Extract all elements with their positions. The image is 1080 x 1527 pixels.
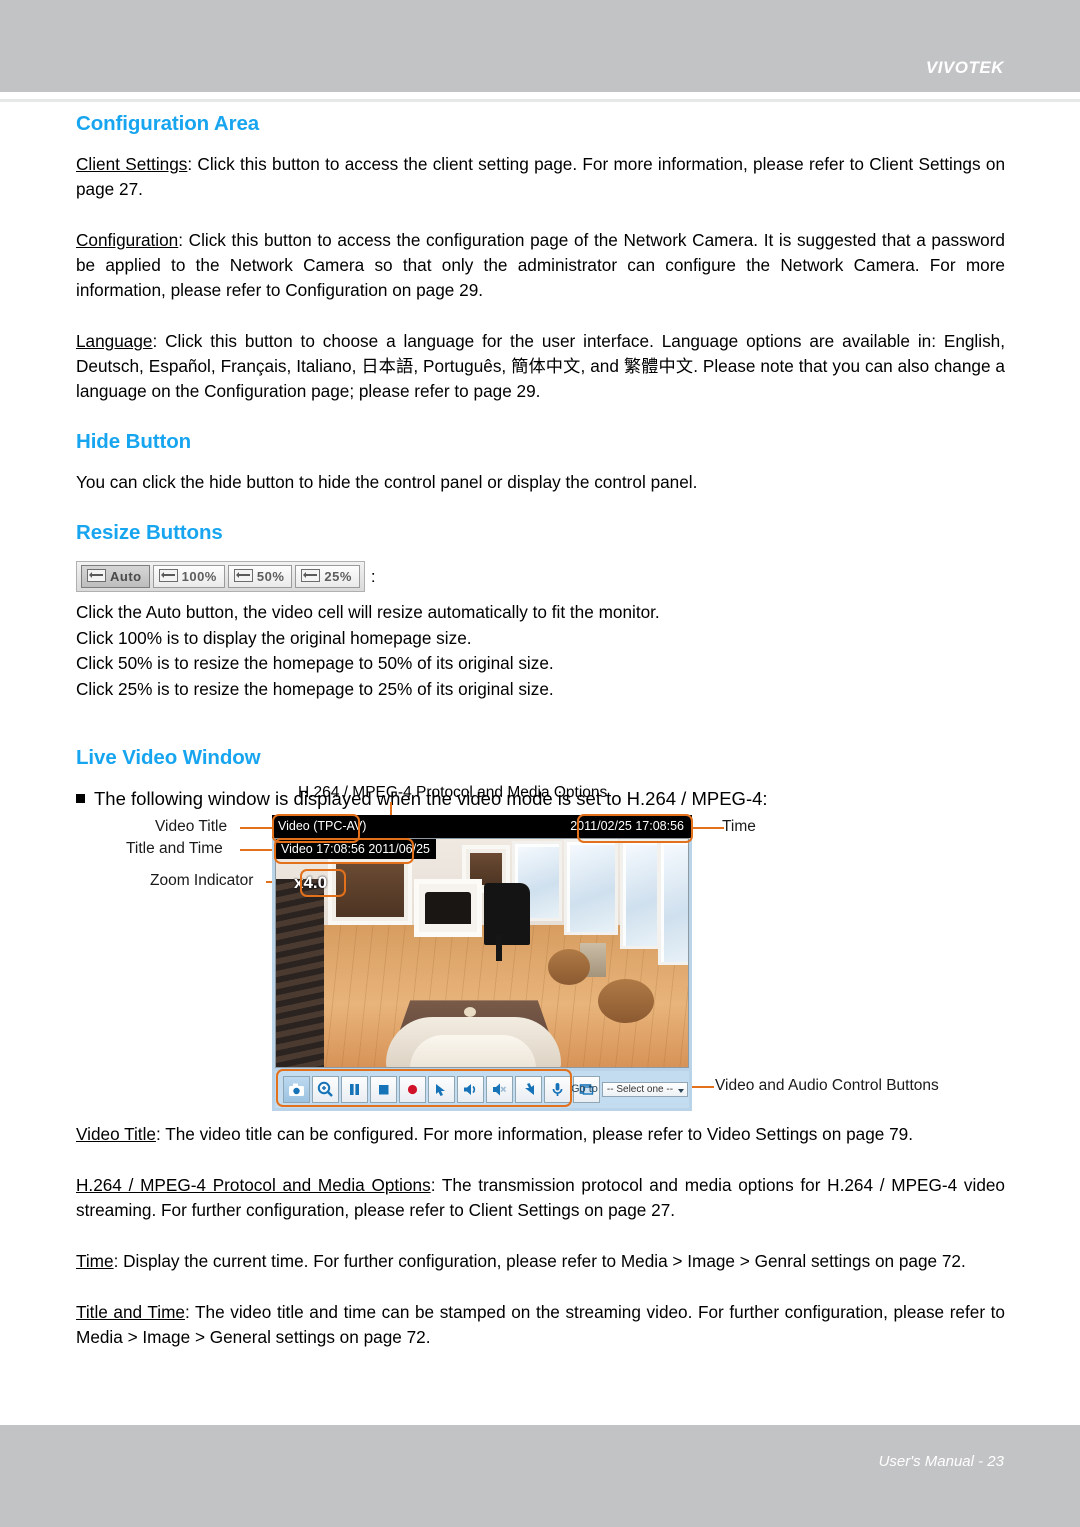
player-title-bar: Video (TPC-AV) 2011/02/25 17:08:56 <box>272 815 692 838</box>
vivotek-logo: VIVOTEK <box>925 58 1004 77</box>
upload-button[interactable] <box>515 1076 542 1103</box>
stop-button[interactable] <box>370 1076 397 1103</box>
text-configuration: : Click this button to access the config… <box>76 230 1005 300</box>
footer-manual-page: User's Manual - 23 <box>878 1453 1004 1470</box>
resize-arrows-icon <box>301 569 321 582</box>
live-video-window-diagram: H.264 / MPEG-4 Protocol and Media Option… <box>0 770 1080 1115</box>
digital-zoom-button[interactable] <box>312 1076 339 1103</box>
resize-line-100: Click 100% is to display the original ho… <box>76 627 472 648</box>
label-time: Time <box>722 818 756 835</box>
player-time-stamp: 2011/02/25 17:08:56 <box>570 819 684 833</box>
term-time: Time <box>76 1251 114 1271</box>
paragraph-title-and-time: Title and Time: The video title and time… <box>76 1300 1005 1350</box>
text-client-settings: : Click this button to access the client… <box>76 154 1006 199</box>
resize-line-25: Click 25% is to resize the homepage to 2… <box>76 678 554 699</box>
resize-buttons-figure: Auto 100% 50% 25% : <box>76 561 1005 592</box>
goto-select[interactable]: -- Select one -- <box>601 1082 689 1097</box>
heading-hide-button: Hide Button <box>76 430 192 453</box>
player-video-title: Video (TPC-AV) <box>278 819 367 833</box>
pause-button[interactable] <box>341 1076 368 1103</box>
header-divider <box>0 99 1080 102</box>
resize-figure-colon: : <box>370 566 376 586</box>
scene-sofa <box>386 1017 561 1067</box>
scene-bookshelf-left <box>328 855 412 925</box>
resize-arrows-icon <box>233 569 253 582</box>
resize-arrows-icon <box>87 569 106 582</box>
label-video-title: Video Title <box>155 818 228 835</box>
scene-bookshelf-interior <box>336 863 404 917</box>
mute-button[interactable] <box>486 1076 513 1103</box>
label-video-audio-controls: Video and Audio Control Buttons <box>715 1077 939 1094</box>
leader-time <box>688 827 724 829</box>
resize-line-50: Click 50% is to resize the homepage to 5… <box>76 653 554 673</box>
resize-line-auto: Click the Auto button, the video cell wi… <box>76 602 660 622</box>
scene-window-4 <box>658 839 688 965</box>
volume-button[interactable] <box>457 1076 484 1103</box>
diagram-caption-protocol: H.264 / MPEG-4 Protocol and Media Option… <box>298 784 608 801</box>
resize-button-100-label: 100% <box>181 569 217 584</box>
leader-video-title <box>240 827 274 829</box>
scene-firebox <box>425 892 471 924</box>
scene-piano <box>484 883 530 961</box>
paragraph-configuration: Configuration: Click this button to acce… <box>76 228 1005 303</box>
scene-staircase <box>276 879 324 1067</box>
snapshot-button[interactable] <box>283 1076 310 1103</box>
term-video-title: Video Title <box>76 1124 156 1144</box>
label-title-and-time: Title and Time <box>126 840 223 857</box>
control-button-group <box>283 1076 600 1103</box>
page-footer-band: User's Manual - 23 <box>0 1425 1080 1527</box>
resize-button-50[interactable]: 50% <box>227 565 293 588</box>
term-configuration: Configuration <box>76 230 179 250</box>
text-language: : Click this button to choose a language… <box>76 331 1005 401</box>
talk-button[interactable] <box>544 1076 571 1103</box>
paragraph-language: Language: Click this button to choose a … <box>76 329 1005 404</box>
paragraph-time: Time: Display the current time. For furt… <box>76 1249 1005 1274</box>
paragraph-video-title: Video Title: The video title can be conf… <box>76 1122 1005 1147</box>
osd-zoom-indicator: x4.0 <box>294 873 328 892</box>
live-video-player: Video (TPC-AV) 2011/02/25 17:08:56 Video… <box>272 815 692 1111</box>
osd-title-and-time: Video 17:08:56 2011/06/25 <box>276 839 436 859</box>
paragraph-hide-button: You can click the hide button to hide th… <box>76 472 698 492</box>
resize-button-auto[interactable]: Auto <box>81 565 150 588</box>
leader-title-and-time <box>240 849 274 851</box>
video-audio-control-bar: Go to -- Select one -- <box>275 1071 689 1108</box>
term-language: Language <box>76 331 153 351</box>
goto-control: Go to -- Select one -- <box>571 1082 689 1097</box>
resize-button-bar: Auto 100% 50% 25% <box>76 561 365 592</box>
resize-button-25[interactable]: 25% <box>295 565 360 588</box>
term-title-and-time: Title and Time <box>76 1302 185 1322</box>
resize-button-50-label: 50% <box>256 569 285 584</box>
scene-window-2 <box>564 839 618 935</box>
paragraph-protocol-media-options: H.264 / MPEG-4 Protocol and Media Option… <box>76 1173 1005 1223</box>
scene-armchair-right-1 <box>548 949 590 985</box>
save-video-button[interactable] <box>428 1076 455 1103</box>
term-protocol-media-options: H.264 / MPEG-4 Protocol and Media Option… <box>76 1175 431 1195</box>
resize-button-auto-label: Auto <box>110 569 142 584</box>
goto-label: Go to <box>571 1083 598 1095</box>
paragraph-client-settings: Client Settings: Click this button to ac… <box>76 152 1005 202</box>
text-title-and-time: : The video title and time can be stampe… <box>76 1302 1005 1347</box>
label-zoom-indicator: Zoom Indicator <box>150 872 254 889</box>
video-viewport[interactable]: Video 17:08:56 2011/06/25 x4.0 <box>275 838 689 1068</box>
text-time: : Display the current time. For further … <box>113 1251 966 1271</box>
page-content: Configuration Area Client Settings: Clic… <box>76 112 1005 812</box>
term-client-settings: Client Settings <box>76 154 188 174</box>
video-scene-image <box>276 839 688 1067</box>
glossary-section: Video Title: The video title can be conf… <box>76 1122 1005 1350</box>
resize-arrows-icon <box>158 569 178 582</box>
resize-button-100[interactable]: 100% <box>152 565 225 588</box>
resize-description-lines: Click the Auto button, the video cell wi… <box>76 600 1005 702</box>
scene-fireplace <box>414 879 482 937</box>
heading-resize-buttons: Resize Buttons <box>76 521 223 544</box>
heading-live-video-window: Live Video Window <box>76 746 261 769</box>
scene-table-object <box>464 1007 476 1017</box>
record-button[interactable] <box>399 1076 426 1103</box>
resize-button-25-label: 25% <box>324 569 352 584</box>
text-video-title: : The video title can be configured. For… <box>155 1124 913 1144</box>
heading-configuration-area: Configuration Area <box>76 112 260 135</box>
scene-window-3 <box>620 839 660 949</box>
scene-armchair-right-2 <box>598 979 654 1023</box>
page-header-band: VIVOTEK <box>0 0 1080 92</box>
